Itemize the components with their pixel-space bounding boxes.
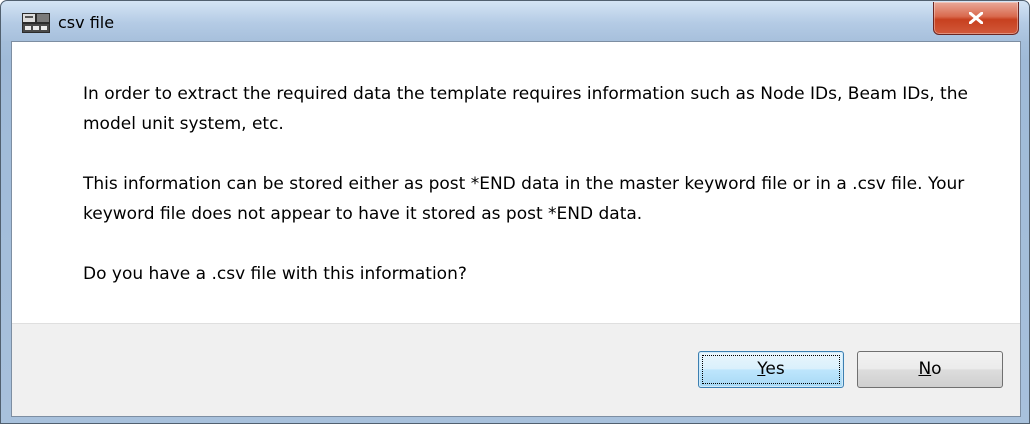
close-button[interactable]	[933, 2, 1019, 35]
message-paragraph-2: This information can be stored either as…	[83, 174, 965, 224]
dialog-body: In order to extract the required data th…	[11, 41, 1021, 417]
dialog-title: csv file	[58, 13, 115, 32]
yes-button[interactable]: Yes	[698, 351, 844, 388]
close-icon	[969, 12, 983, 24]
no-button-mnemonic: N	[918, 359, 932, 379]
button-bar: Yes No	[12, 323, 1020, 416]
application-icon	[22, 13, 50, 33]
no-button-label: o	[931, 359, 942, 379]
dialog-window: csv file In order to extract the require…	[0, 0, 1030, 424]
title-bar[interactable]: csv file	[1, 1, 1029, 41]
message-paragraph-1: In order to extract the required data th…	[83, 84, 968, 134]
message-question: Do you have a .csv file with this inform…	[83, 264, 467, 284]
message-area: In order to extract the required data th…	[83, 79, 1003, 289]
no-button[interactable]: No	[857, 351, 1003, 388]
yes-button-label: es	[765, 359, 785, 379]
